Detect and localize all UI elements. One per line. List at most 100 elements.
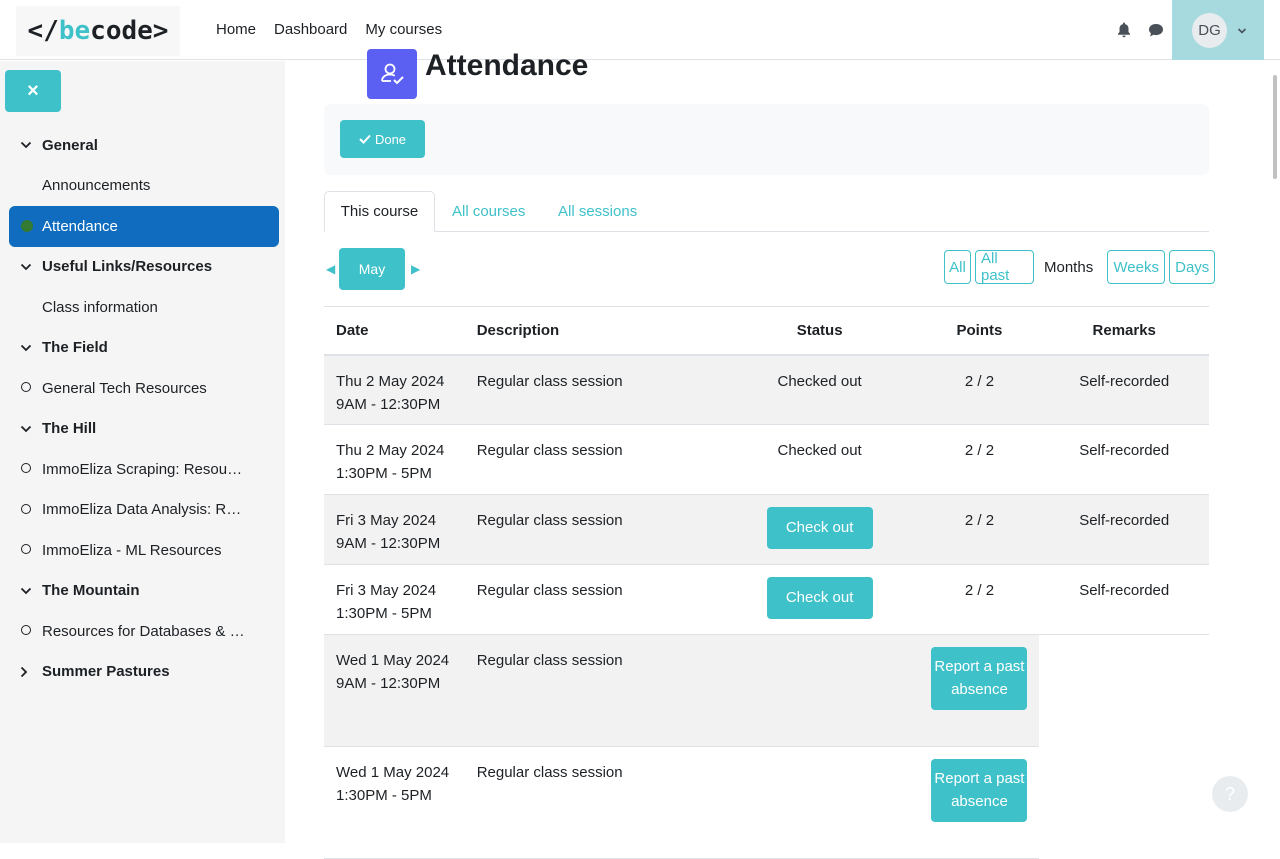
session-description: Regular class session: [464, 354, 720, 425]
done-button[interactable]: Done: [340, 120, 425, 158]
tab-all-courses[interactable]: All courses: [452, 191, 525, 232]
attendance-activity-icon: [367, 49, 417, 99]
section-useful-links[interactable]: Useful Links/Resources: [9, 247, 279, 288]
chevron-down-icon[interactable]: [20, 344, 34, 352]
close-drawer-button[interactable]: ×: [5, 70, 61, 112]
view-months-label[interactable]: Months: [1038, 250, 1103, 284]
session-status: [719, 746, 920, 859]
session-description: Regular class session: [464, 564, 720, 635]
attendance-tabs: This course All courses All sessions: [324, 191, 1209, 232]
course-item-immoeliza-scraping[interactable]: ImmoEliza Scraping: Resources: [9, 449, 279, 490]
course-item-class-information[interactable]: Class information: [9, 287, 279, 328]
nav-home-link[interactable]: Home: [216, 21, 256, 38]
attendance-table: Date Description Status Points Remarks T…: [324, 306, 1209, 859]
session-date: Wed 1 May 2024: [336, 652, 450, 669]
course-item-general-tech-resources[interactable]: General Tech Resources: [9, 368, 279, 409]
session-status: [719, 634, 920, 747]
section-the-mountain[interactable]: The Mountain: [9, 571, 279, 612]
avatar: DG: [1192, 12, 1227, 48]
course-index: General Announcements Attendance Useful …: [9, 125, 279, 692]
help-button[interactable]: ?: [1212, 776, 1248, 812]
session-description: Regular class session: [464, 746, 720, 859]
session-description: Regular class session: [464, 424, 720, 495]
session-date: Thu 2 May 2024: [336, 372, 445, 390]
course-item-label: Resources for Databases & SQL: [42, 622, 247, 640]
report-past-absence-button[interactable]: Report a past absence: [931, 647, 1028, 710]
session-time: 9AM - 12:30PM: [336, 535, 441, 552]
incomplete-circle-icon: [21, 625, 31, 636]
section-label: The Mountain: [42, 582, 140, 600]
course-item-attendance[interactable]: Attendance: [9, 206, 279, 247]
column-header-points: Points: [919, 306, 1040, 356]
nav-dashboard-link[interactable]: Dashboard: [274, 21, 347, 38]
chevron-down-icon[interactable]: [20, 587, 34, 595]
view-days-button[interactable]: Days: [1169, 250, 1216, 284]
nav-my-courses-link[interactable]: My courses: [365, 21, 442, 38]
incomplete-circle-icon: [21, 503, 31, 514]
course-item-label: ImmoEliza Scraping: Resources: [42, 460, 247, 478]
chat-bubble-icon[interactable]: [1148, 21, 1164, 39]
period-navigator: ◀ May ▶: [326, 248, 424, 290]
section-summer-pastures[interactable]: Summer Pastures: [9, 652, 279, 693]
user-menu-toggle[interactable]: DG: [1172, 0, 1264, 60]
session-remarks: Self-recorded: [1039, 564, 1209, 635]
session-date: Thu 2 May 2024: [336, 442, 445, 459]
view-selector: All All past Months Weeks Days: [944, 250, 1219, 284]
incomplete-circle-icon: [21, 463, 31, 474]
column-header-status: Status: [719, 306, 920, 356]
becode-logo[interactable]: </be code >: [16, 6, 180, 56]
section-the-field[interactable]: The Field: [9, 328, 279, 369]
tab-this-course[interactable]: This course: [324, 191, 435, 232]
check-out-button[interactable]: Check out: [766, 507, 873, 549]
session-points: 2 / 2: [919, 564, 1040, 635]
bell-icon[interactable]: [1116, 21, 1132, 39]
view-all-button[interactable]: All: [944, 250, 971, 284]
tab-all-sessions[interactable]: All sessions: [558, 191, 637, 232]
course-item-immoeliza-ml[interactable]: ImmoEliza - ML Resources: [9, 530, 279, 571]
report-past-absence-button[interactable]: Report a past absence: [931, 759, 1028, 822]
page-scrollbar[interactable]: [1273, 75, 1277, 179]
section-label: Summer Pastures: [42, 663, 170, 681]
course-item-label: ImmoEliza Data Analysis: Resources: [42, 501, 247, 519]
incomplete-circle-icon: [21, 544, 31, 555]
session-description: Regular class session: [464, 494, 720, 565]
next-period-icon[interactable]: ▶: [411, 262, 424, 276]
session-time: 9AM - 12:30PM: [336, 675, 441, 692]
view-all-past-button[interactable]: All past: [975, 250, 1034, 284]
column-header-date: Date: [324, 306, 465, 356]
session-status: Checked out: [719, 424, 920, 495]
session-points: 2 / 2: [919, 424, 1040, 495]
table-header-row: Date Description Status Points Remarks: [324, 306, 1209, 356]
section-label: Useful Links/Resources: [42, 258, 213, 276]
course-item-label: Class information: [42, 298, 158, 316]
chevron-down-icon[interactable]: [20, 263, 34, 271]
section-general[interactable]: General: [9, 125, 279, 166]
current-month-button[interactable]: May: [339, 248, 405, 290]
course-item-immoeliza-data-analysis[interactable]: ImmoEliza Data Analysis: Resources: [9, 490, 279, 531]
previous-period-icon[interactable]: ◀: [326, 262, 339, 276]
session-time: 1:30PM - 5PM: [336, 787, 432, 804]
column-header-description: Description: [464, 306, 720, 356]
section-the-hill[interactable]: The Hill: [9, 409, 279, 450]
session-points: 2 / 2: [919, 494, 1040, 565]
table-row: Thu 2 May 2024 1:30PM - 5PM Regular class…: [324, 424, 1209, 495]
primary-nav: Home Dashboard My courses: [216, 21, 460, 38]
top-navbar: </be code > Home Dashboard My courses DG: [0, 0, 1280, 60]
activity-completion-panel: Done: [324, 104, 1209, 175]
chevron-right-icon[interactable]: [20, 666, 34, 678]
course-item-announcements[interactable]: Announcements: [9, 166, 279, 207]
table-row: Wed 1 May 2024 9AM - 12:30PM Regular clas…: [324, 634, 1209, 747]
page-title: Attendance: [425, 49, 589, 82]
section-label: General: [42, 136, 98, 154]
table-row: Fri 3 May 2024 9AM - 12:30PM Regular clas…: [324, 494, 1209, 565]
incomplete-circle-icon: [21, 382, 31, 393]
course-item-databases-sql[interactable]: Resources for Databases & SQL: [9, 611, 279, 652]
chevron-down-icon[interactable]: [20, 425, 34, 433]
chevron-down-icon[interactable]: [20, 141, 34, 149]
session-points: 2 / 2: [919, 354, 1040, 425]
course-item-label: General Tech Resources: [42, 379, 207, 397]
view-weeks-button[interactable]: Weeks: [1107, 250, 1166, 284]
table-row: Fri 3 May 2024 1:30PM - 5PM Regular class…: [324, 564, 1209, 635]
check-out-button[interactable]: Check out: [766, 577, 873, 619]
section-label: The Field: [42, 339, 108, 357]
